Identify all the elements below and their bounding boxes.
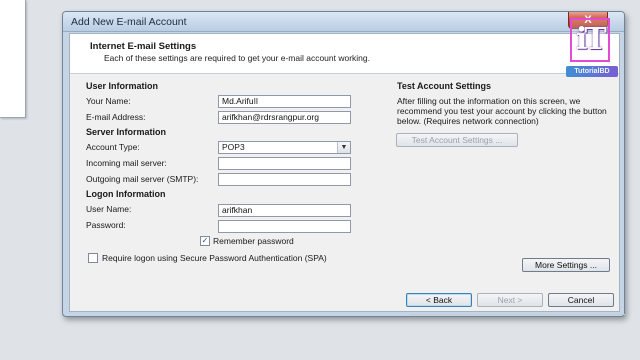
header-band: Internet E-mail Settings Each of these s… — [70, 34, 619, 74]
incoming-server-label: Incoming mail server: — [86, 158, 167, 168]
dialog-title: Add New E-mail Account — [71, 16, 187, 28]
dialog-body: Internet E-mail Settings Each of these s… — [69, 33, 625, 315]
logon-info-section-title: Logon Information — [86, 189, 166, 199]
test-account-settings-button[interactable]: Test Account Settings ... — [396, 133, 518, 147]
outgoing-server-label: Outgoing mail server (SMTP): — [86, 174, 199, 184]
remember-password-label[interactable]: Remember password — [213, 236, 294, 246]
account-type-select[interactable]: POP3 ▼ — [218, 141, 351, 154]
logo-letters: iT — [576, 22, 607, 57]
email-address-label: E-mail Address: — [86, 112, 146, 122]
add-email-account-dialog: Add New E-mail Account X Internet E-mail… — [62, 11, 625, 317]
your-name-value-tail: l — [256, 96, 258, 106]
back-button[interactable]: < Back — [406, 293, 472, 307]
header-subtitle: Each of these settings are required to g… — [104, 53, 371, 63]
email-address-input[interactable]: arifkhan@rdrsrangpur.org — [218, 111, 351, 124]
account-type-label: Account Type: — [86, 142, 140, 152]
spa-checkbox[interactable] — [88, 253, 98, 263]
user-name-input[interactable]: arifkhan — [218, 204, 351, 217]
dialog-titlebar[interactable]: Add New E-mail Account X — [63, 12, 624, 32]
user-name-label: User Name: — [86, 204, 132, 214]
more-settings-button[interactable]: More Settings ... — [522, 258, 610, 272]
your-name-label: Your Name: — [86, 96, 131, 106]
spa-label[interactable]: Require logon using Secure Password Auth… — [102, 253, 327, 263]
incoming-server-input[interactable] — [218, 157, 351, 170]
user-info-section-title: User Information — [86, 81, 159, 91]
password-input[interactable] — [218, 220, 351, 233]
account-type-value: POP3 — [222, 142, 245, 152]
password-label: Password: — [86, 220, 126, 230]
your-name-input[interactable]: Md.ArifuIl — [218, 95, 351, 108]
server-info-section-title: Server Information — [86, 127, 167, 137]
cancel-button[interactable]: Cancel — [548, 293, 614, 307]
outgoing-server-input[interactable] — [218, 173, 351, 186]
your-name-value: Md.Arifu — [222, 96, 254, 106]
channel-logo: iT TutorialBD — [564, 14, 622, 80]
footer-divider — [410, 314, 625, 315]
logo-caption: TutorialBD — [566, 66, 618, 77]
test-settings-title: Test Account Settings — [397, 81, 492, 91]
background-window — [0, 0, 26, 118]
remember-password-checkbox[interactable]: ✓ — [200, 236, 210, 246]
header-title: Internet E-mail Settings — [90, 41, 197, 52]
test-settings-description: After filling out the information on thi… — [397, 96, 607, 126]
next-button[interactable]: Next > — [477, 293, 543, 307]
chevron-down-icon[interactable]: ▼ — [337, 142, 350, 153]
